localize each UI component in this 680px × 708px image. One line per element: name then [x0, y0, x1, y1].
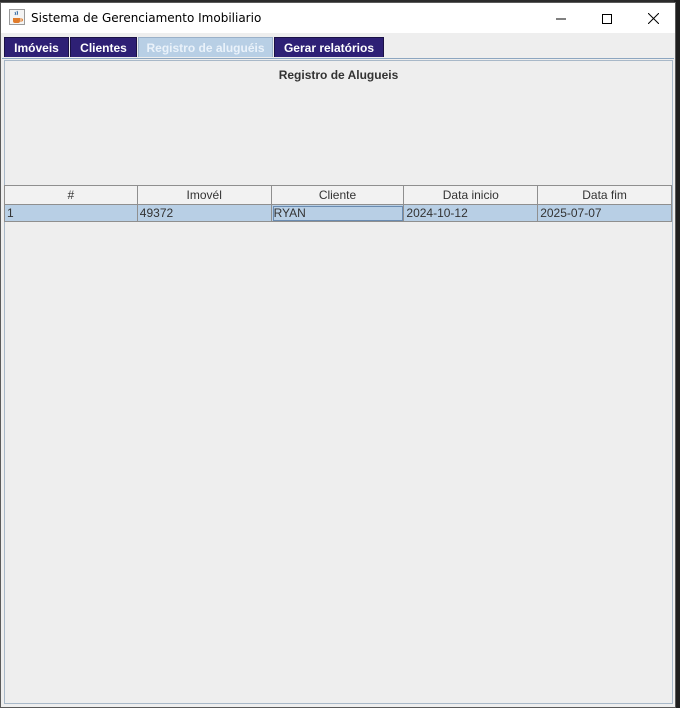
column-header-data-inicio[interactable]: Data inicio	[404, 186, 539, 205]
rentals-panel: Registro de Alugueis	[4, 60, 673, 704]
cell-imovel[interactable]: 49372	[137, 205, 272, 222]
column-header-data-fim[interactable]: Data fim	[538, 186, 671, 205]
maximize-button[interactable]	[584, 3, 630, 33]
column-header-imovel[interactable]: Imovél	[137, 186, 272, 205]
tab-clientes[interactable]: Clientes	[70, 37, 137, 57]
rentals-table[interactable]: # Imovél Cliente Data inicio Data fim 1 …	[4, 185, 672, 222]
tab-registro-de-alugueis[interactable]: Registro de aluguéis	[138, 37, 273, 57]
cell-cliente[interactable]: RYAN	[271, 205, 405, 222]
cell-data-inicio[interactable]: 2024-10-12	[404, 205, 539, 222]
minimize-button[interactable]	[538, 3, 584, 33]
column-header-number[interactable]: #	[5, 186, 138, 205]
java-coffee-cup-icon[interactable]	[9, 9, 25, 25]
tab-divider	[2, 58, 674, 59]
title-bar[interactable]: Sistema de Gerenciamento Imobiliario	[1, 3, 675, 33]
maximize-icon	[602, 9, 612, 28]
table-row[interactable]: 1 49372 RYAN 2024-10-12 2025-07-07	[5, 205, 671, 222]
close-button[interactable]	[630, 3, 676, 33]
tab-gerar-relatorios[interactable]: Gerar relatórios	[274, 37, 384, 57]
column-header-cliente[interactable]: Cliente	[271, 186, 405, 205]
minimize-icon	[556, 9, 566, 28]
app-window: Sistema de Gerenciamento Imobiliario Imó…	[0, 2, 676, 708]
page-title: Registro de Alugueis	[278, 68, 399, 82]
cell-data-fim[interactable]: 2025-07-07	[538, 205, 671, 222]
close-icon	[647, 9, 659, 28]
tab-imoveis[interactable]: Imóveis	[4, 37, 69, 57]
tab-bar: Imóveis Clientes Registro de aluguéis Ge…	[4, 37, 674, 57]
cell-number[interactable]: 1	[5, 205, 138, 222]
table-header: # Imovél Cliente Data inicio Data fim	[5, 186, 671, 205]
window-title: Sistema de Gerenciamento Imobiliario	[31, 11, 262, 25]
